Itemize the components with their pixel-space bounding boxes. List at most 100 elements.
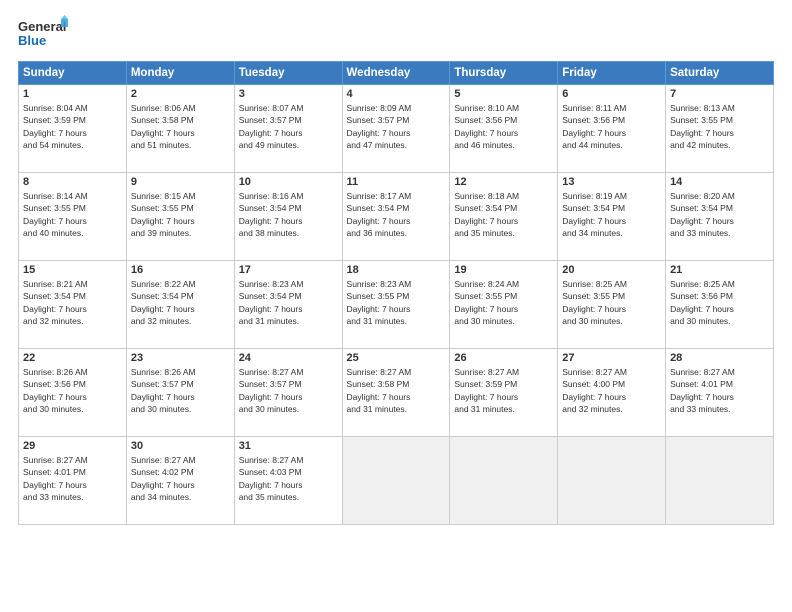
calendar-day-header: Thursday	[450, 62, 558, 85]
calendar-day-header: Sunday	[19, 62, 127, 85]
calendar-day-cell: 23 Sunrise: 8:26 AMSunset: 3:57 PMDayligh…	[126, 349, 234, 437]
svg-text:Blue: Blue	[18, 33, 46, 48]
calendar-day-cell: 22Sunrise: 8:26 AMSunset: 3:56 PMDayligh…	[19, 349, 127, 437]
day-number: 26	[454, 352, 553, 364]
day-number: 10	[239, 176, 338, 188]
day-info: Sunrise: 8:14 AMSunset: 3:55 PMDaylight:…	[23, 190, 122, 239]
calendar-day-header: Saturday	[666, 62, 774, 85]
calendar-day-cell: 21Sunrise: 8:25 AMSunset: 3:56 PMDayligh…	[666, 261, 774, 349]
day-number: 19	[454, 264, 553, 276]
day-info: Sunrise: 8:23 AMSunset: 3:54 PMDaylight:…	[239, 278, 338, 327]
calendar-day-cell: 19 Sunrise: 8:24 AMSunset: 3:55 PMDayligh…	[450, 261, 558, 349]
day-number: 14	[670, 176, 769, 188]
day-info: Sunrise: 8:17 AMSunset: 3:54 PMDaylight:…	[347, 190, 446, 239]
day-number: 13	[562, 176, 661, 188]
day-number: 27	[562, 352, 661, 364]
day-info: Sunrise: 8:25 AMSunset: 3:55 PMDaylight:…	[562, 278, 661, 327]
calendar-table: SundayMondayTuesdayWednesdayThursdayFrid…	[18, 61, 774, 525]
day-number: 7	[670, 88, 769, 100]
calendar-day-cell: 28Sunrise: 8:27 AMSunset: 4:01 PMDayligh…	[666, 349, 774, 437]
calendar-week-row: 22Sunrise: 8:26 AMSunset: 3:56 PMDayligh…	[19, 349, 774, 437]
calendar-day-cell: 9Sunrise: 8:15 AMSunset: 3:55 PMDaylight…	[126, 173, 234, 261]
day-number: 31	[239, 440, 338, 452]
day-number: 21	[670, 264, 769, 276]
day-number: 30	[131, 440, 230, 452]
calendar-day-cell: 27 Sunrise: 8:27 AMSunset: 4:00 PMDayligh…	[558, 349, 666, 437]
day-info: Sunrise: 8:19 AMSunset: 3:54 PMDaylight:…	[562, 190, 661, 239]
calendar-day-cell: 3 Sunrise: 8:07 AMSunset: 3:57 PMDaylight…	[234, 85, 342, 173]
day-number: 29	[23, 440, 122, 452]
day-info: Sunrise: 8:27 AMSunset: 3:58 PMDaylight:…	[347, 366, 446, 415]
day-info: Sunrise: 8:27 AMSunset: 4:01 PMDaylight:…	[23, 454, 122, 503]
calendar-day-cell: 6 Sunrise: 8:11 AMSunset: 3:56 PMDaylight…	[558, 85, 666, 173]
day-number: 6	[562, 88, 661, 100]
day-info: Sunrise: 8:13 AMSunset: 3:55 PMDaylight:…	[670, 102, 769, 151]
day-number: 2	[131, 88, 230, 100]
day-number: 23	[131, 352, 230, 364]
calendar-day-cell: 11Sunrise: 8:17 AMSunset: 3:54 PMDayligh…	[342, 173, 450, 261]
calendar-day-header: Tuesday	[234, 62, 342, 85]
day-number: 15	[23, 264, 122, 276]
day-info: Sunrise: 8:23 AMSunset: 3:55 PMDaylight:…	[347, 278, 446, 327]
calendar-day-cell: 18 Sunrise: 8:23 AMSunset: 3:55 PMDayligh…	[342, 261, 450, 349]
day-info: Sunrise: 8:16 AMSunset: 3:54 PMDaylight:…	[239, 190, 338, 239]
calendar-week-row: 1Sunrise: 8:04 AMSunset: 3:59 PMDaylight…	[19, 85, 774, 173]
day-info: Sunrise: 8:06 AMSunset: 3:58 PMDaylight:…	[131, 102, 230, 151]
calendar-day-cell: 15Sunrise: 8:21 AMSunset: 3:54 PMDayligh…	[19, 261, 127, 349]
logo: General Blue	[18, 15, 68, 51]
day-number: 8	[23, 176, 122, 188]
day-info: Sunrise: 8:27 AMSunset: 4:02 PMDaylight:…	[131, 454, 230, 503]
calendar-day-cell: 7 Sunrise: 8:13 AMSunset: 3:55 PMDaylight…	[666, 85, 774, 173]
day-info: Sunrise: 8:26 AMSunset: 3:57 PMDaylight:…	[131, 366, 230, 415]
calendar-week-row: 15Sunrise: 8:21 AMSunset: 3:54 PMDayligh…	[19, 261, 774, 349]
calendar-day-cell: 16 Sunrise: 8:22 AMSunset: 3:54 PMDayligh…	[126, 261, 234, 349]
day-info: Sunrise: 8:11 AMSunset: 3:56 PMDaylight:…	[562, 102, 661, 151]
calendar-header-row: SundayMondayTuesdayWednesdayThursdayFrid…	[19, 62, 774, 85]
day-info: Sunrise: 8:18 AMSunset: 3:54 PMDaylight:…	[454, 190, 553, 239]
calendar-day-cell: 25 Sunrise: 8:27 AMSunset: 3:58 PMDayligh…	[342, 349, 450, 437]
calendar-day-cell: 20 Sunrise: 8:25 AMSunset: 3:55 PMDayligh…	[558, 261, 666, 349]
day-number: 5	[454, 88, 553, 100]
day-number: 24	[239, 352, 338, 364]
day-number: 17	[239, 264, 338, 276]
day-number: 4	[347, 88, 446, 100]
day-number: 16	[131, 264, 230, 276]
calendar-day-cell: 30 Sunrise: 8:27 AMSunset: 4:02 PMDayligh…	[126, 437, 234, 525]
day-info: Sunrise: 8:07 AMSunset: 3:57 PMDaylight:…	[239, 102, 338, 151]
calendar-day-cell	[450, 437, 558, 525]
calendar-day-cell: 31 Sunrise: 8:27 AMSunset: 4:03 PMDayligh…	[234, 437, 342, 525]
day-info: Sunrise: 8:24 AMSunset: 3:55 PMDaylight:…	[454, 278, 553, 327]
day-info: Sunrise: 8:26 AMSunset: 3:56 PMDaylight:…	[23, 366, 122, 415]
day-info: Sunrise: 8:27 AMSunset: 3:59 PMDaylight:…	[454, 366, 553, 415]
day-info: Sunrise: 8:27 AMSunset: 4:01 PMDaylight:…	[670, 366, 769, 415]
day-info: Sunrise: 8:09 AMSunset: 3:57 PMDaylight:…	[347, 102, 446, 151]
calendar-day-header: Monday	[126, 62, 234, 85]
day-number: 25	[347, 352, 446, 364]
day-number: 3	[239, 88, 338, 100]
page-header: General Blue	[18, 15, 774, 51]
calendar-day-cell: 17 Sunrise: 8:23 AMSunset: 3:54 PMDayligh…	[234, 261, 342, 349]
calendar-week-row: 29 Sunrise: 8:27 AMSunset: 4:01 PMDayligh…	[19, 437, 774, 525]
day-info: Sunrise: 8:20 AMSunset: 3:54 PMDaylight:…	[670, 190, 769, 239]
day-info: Sunrise: 8:27 AMSunset: 4:00 PMDaylight:…	[562, 366, 661, 415]
calendar-day-header: Wednesday	[342, 62, 450, 85]
day-info: Sunrise: 8:15 AMSunset: 3:55 PMDaylight:…	[131, 190, 230, 239]
calendar-day-cell: 13 Sunrise: 8:19 AMSunset: 3:54 PMDayligh…	[558, 173, 666, 261]
calendar-day-cell: 29 Sunrise: 8:27 AMSunset: 4:01 PMDayligh…	[19, 437, 127, 525]
day-info: Sunrise: 8:10 AMSunset: 3:56 PMDaylight:…	[454, 102, 553, 151]
day-info: Sunrise: 8:27 AMSunset: 4:03 PMDaylight:…	[239, 454, 338, 503]
day-number: 20	[562, 264, 661, 276]
day-info: Sunrise: 8:22 AMSunset: 3:54 PMDaylight:…	[131, 278, 230, 327]
calendar-day-cell: 14 Sunrise: 8:20 AMSunset: 3:54 PMDayligh…	[666, 173, 774, 261]
calendar-day-cell: 5 Sunrise: 8:10 AMSunset: 3:56 PMDaylight…	[450, 85, 558, 173]
calendar-day-cell: 2 Sunrise: 8:06 AMSunset: 3:58 PMDaylight…	[126, 85, 234, 173]
calendar-day-cell	[666, 437, 774, 525]
calendar-day-cell: 26 Sunrise: 8:27 AMSunset: 3:59 PMDayligh…	[450, 349, 558, 437]
calendar-day-header: Friday	[558, 62, 666, 85]
calendar-day-cell: 1Sunrise: 8:04 AMSunset: 3:59 PMDaylight…	[19, 85, 127, 173]
calendar-day-cell: 10 Sunrise: 8:16 AMSunset: 3:54 PMDayligh…	[234, 173, 342, 261]
day-number: 18	[347, 264, 446, 276]
calendar-day-cell: 4 Sunrise: 8:09 AMSunset: 3:57 PMDaylight…	[342, 85, 450, 173]
calendar-day-cell: 24Sunrise: 8:27 AMSunset: 3:57 PMDayligh…	[234, 349, 342, 437]
calendar-day-cell: 12Sunrise: 8:18 AMSunset: 3:54 PMDayligh…	[450, 173, 558, 261]
